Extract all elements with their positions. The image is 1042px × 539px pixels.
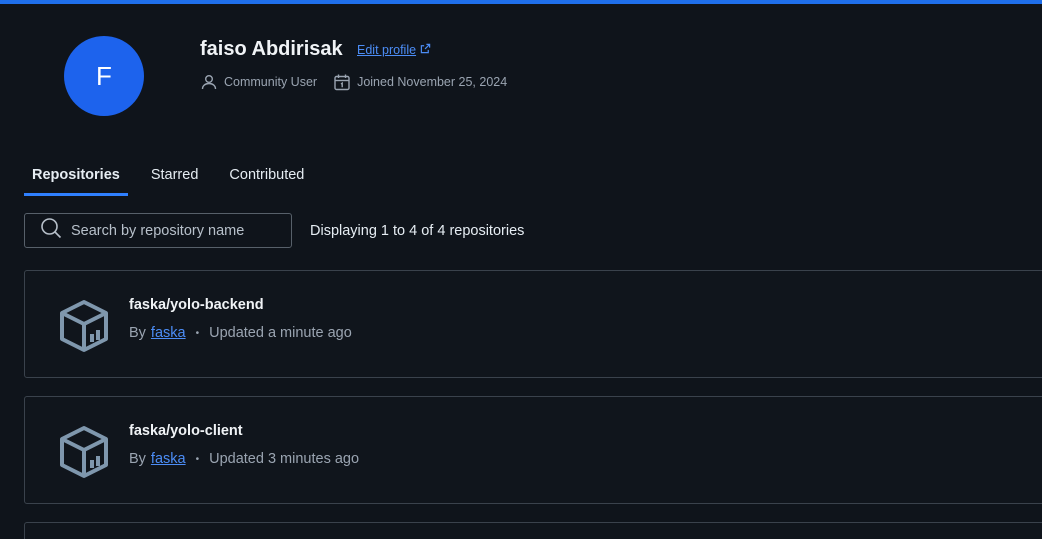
repo-card[interactable] <box>24 522 1042 539</box>
top-accent-bar <box>0 0 1042 4</box>
repo-card[interactable]: faska/yolo-client By faska • Updated 3 m… <box>24 396 1042 504</box>
avatar-letter: F <box>96 60 112 91</box>
updated-label: Updated a minute ago <box>209 325 352 341</box>
results-count: Displaying 1 to 4 of 4 repositories <box>310 223 525 239</box>
repository-icon <box>57 298 111 359</box>
separator-dot: • <box>195 327 200 339</box>
edit-profile-link[interactable]: Edit profile <box>357 43 431 57</box>
joined-info: Joined November 25, 2024 <box>333 73 507 91</box>
repo-name[interactable]: faska/yolo-client <box>129 423 243 439</box>
updated-label: Updated 3 minutes ago <box>209 451 360 467</box>
search-icon <box>25 217 71 244</box>
role-info: Community User <box>200 73 317 91</box>
profile-name: faiso Abdirisak <box>200 38 343 60</box>
repository-icon <box>57 424 111 485</box>
user-icon <box>200 73 218 91</box>
external-link-icon <box>420 43 431 57</box>
repo-meta: By faska • Updated 3 minutes ago <box>129 451 359 467</box>
avatar: F <box>64 36 144 116</box>
tab-contributed[interactable]: Contributed <box>221 160 312 193</box>
search-input[interactable] <box>71 222 271 239</box>
calendar-icon <box>333 73 351 91</box>
owner-link[interactable]: faska <box>151 451 186 467</box>
repo-meta: By faska • Updated a minute ago <box>129 325 352 341</box>
owner-link[interactable]: faska <box>151 325 186 341</box>
profile-tabs: Repositories Starred Contributed <box>24 160 327 196</box>
joined-label: Joined November 25, 2024 <box>357 75 508 89</box>
repo-card[interactable]: faska/yolo-backend By faska • Updated a … <box>24 270 1042 378</box>
tab-starred[interactable]: Starred <box>143 160 207 193</box>
edit-profile-label[interactable]: Edit profile <box>357 43 416 57</box>
by-label: By <box>129 325 146 341</box>
repo-name[interactable]: faska/yolo-backend <box>129 297 264 313</box>
tab-repositories[interactable]: Repositories <box>24 160 128 196</box>
profile-meta: Community User Joined November 25, 2024 <box>200 72 523 92</box>
role-label: Community User <box>224 75 318 89</box>
separator-dot: • <box>195 453 200 465</box>
by-label: By <box>129 451 146 467</box>
search-box[interactable] <box>24 213 292 248</box>
